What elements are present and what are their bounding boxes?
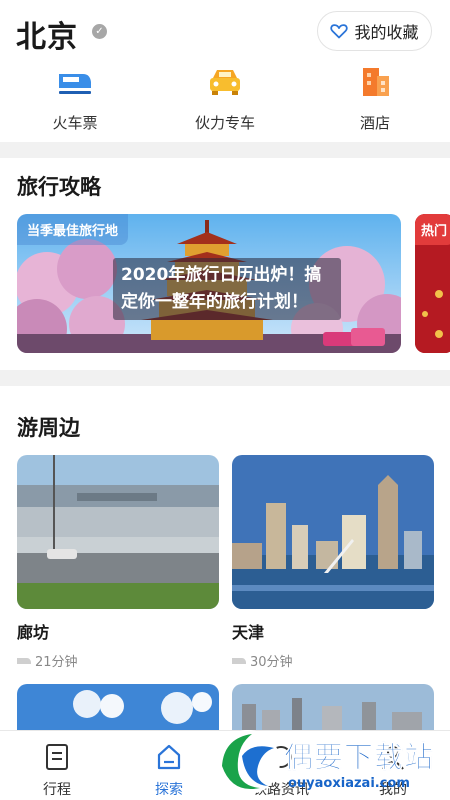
tab-itinerary[interactable]: 行程: [12, 743, 102, 799]
train-small-icon: [17, 657, 31, 664]
section-divider: [0, 142, 450, 158]
guide-banner[interactable]: 当季最佳旅行地 2020年旅行日历出炉！搞定你一整年的旅行计划！: [17, 214, 401, 353]
heart-icon: [330, 24, 349, 39]
hotel-icon: [363, 68, 389, 96]
banner-tag: 当季最佳旅行地: [17, 214, 129, 245]
header: 北京 ✓ 我的收藏: [0, 0, 450, 62]
city-title[interactable]: 北京: [16, 12, 78, 56]
quick-link-label: 火车票: [52, 114, 98, 132]
card-travel-time-text: 21分钟: [35, 655, 78, 670]
nearby-section-title: 游周边: [17, 416, 80, 440]
card-travel-time: 30分钟: [232, 651, 434, 670]
watermark-logo-icon: [216, 730, 280, 794]
card-travel-time: 21分钟: [17, 651, 219, 670]
train-icon: [59, 74, 91, 94]
section-divider: [0, 370, 450, 386]
banner-headline: 2020年旅行日历出炉！搞定你一整年的旅行计划！: [113, 258, 341, 320]
train-small-icon: [232, 657, 246, 664]
watermark-title: 偶要下载站: [284, 740, 435, 775]
tab-label: 探索: [155, 782, 183, 798]
card-city-name: 天津: [232, 623, 265, 642]
tab-explore[interactable]: 探索: [124, 743, 214, 799]
guide-banner-next[interactable]: 热门: [415, 214, 450, 353]
watermark-url: ouyaoxiazai.com: [288, 776, 410, 791]
explore-home-icon: [157, 744, 181, 770]
nearby-card-tianjin[interactable]: 天津 30分钟: [232, 455, 434, 670]
quick-link-hotel[interactable]: 酒店: [315, 62, 435, 133]
nearby-card-langfang[interactable]: 廊坊 21分钟: [17, 455, 219, 670]
card-city-name: 廊坊: [17, 623, 50, 642]
my-favorites-button[interactable]: 我的收藏: [317, 11, 432, 51]
quick-links: 火车票 伙力专车 酒店: [0, 62, 450, 142]
city-dropdown-icon[interactable]: ✓: [92, 24, 107, 39]
tab-label: 行程: [43, 782, 71, 798]
site-watermark: 偶要下载站 ouyaoxiazai.com: [208, 722, 450, 800]
quick-link-train[interactable]: 火车票: [15, 62, 135, 133]
card-image: [232, 455, 434, 609]
quick-link-car[interactable]: 伙力专车: [165, 62, 285, 133]
guide-section-title: 旅行攻略: [17, 175, 101, 199]
card-image: [17, 455, 219, 609]
my-favorites-label: 我的收藏: [354, 23, 419, 42]
quick-link-label: 伙力专车: [194, 114, 255, 132]
car-icon: [210, 70, 240, 95]
quick-link-label: 酒店: [359, 114, 390, 132]
banner-next-tag: 热门: [415, 214, 450, 245]
card-travel-time-text: 30分钟: [250, 655, 293, 670]
itinerary-icon: [46, 744, 68, 770]
